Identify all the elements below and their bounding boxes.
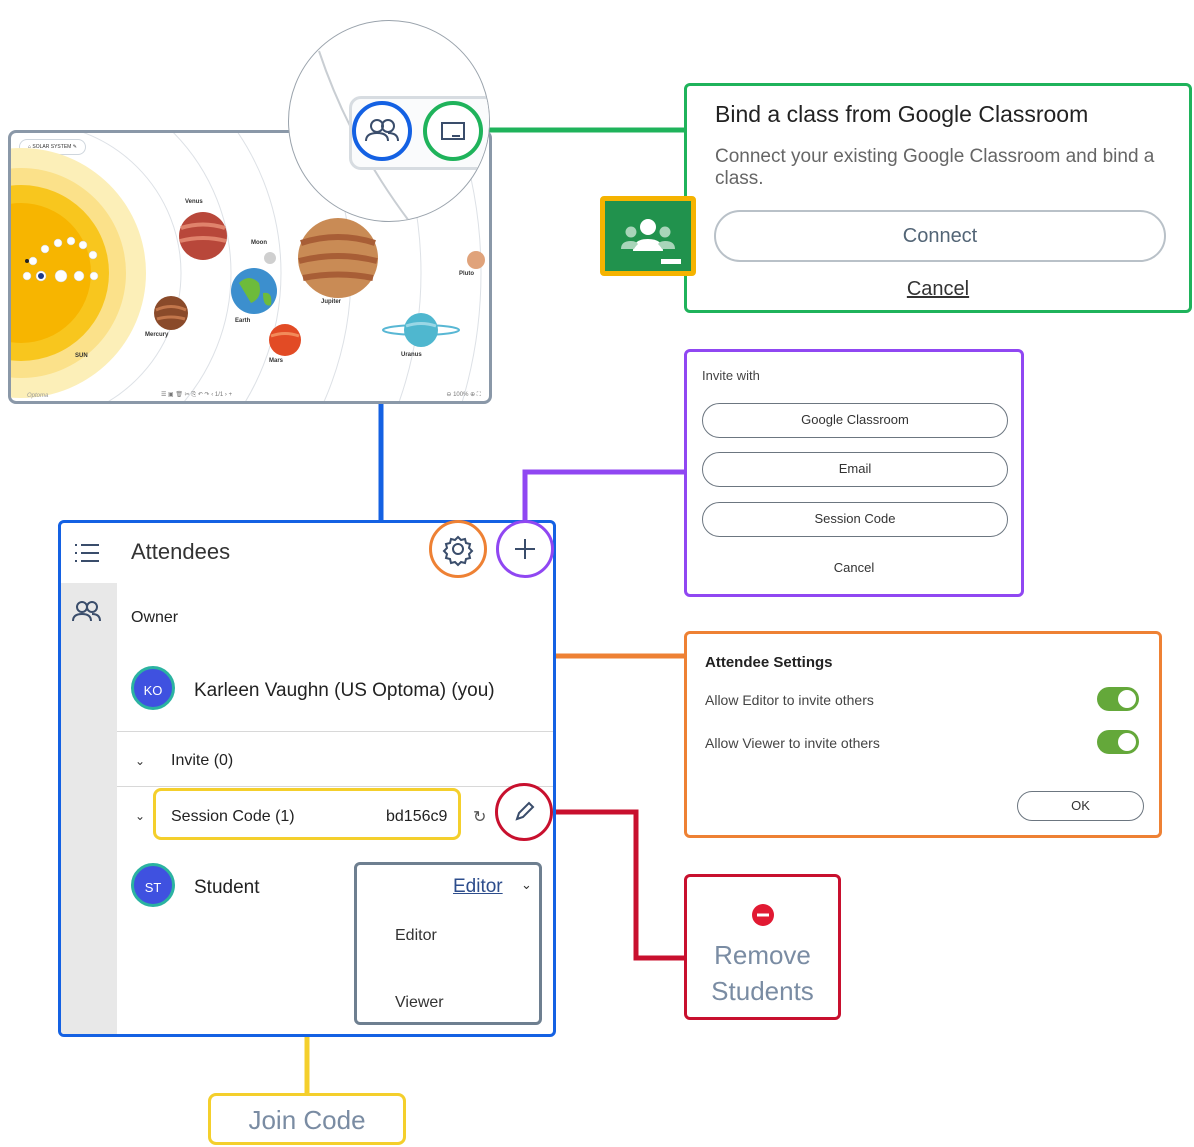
chevron-down-icon[interactable]: ⌄	[521, 877, 532, 893]
uranus-label: Uranus	[401, 352, 422, 358]
earth-label: Earth	[235, 318, 251, 324]
bind-class-dialog: Bind a class from Google Classroom Conne…	[684, 83, 1192, 313]
jupiter-label: Jupiter	[321, 299, 342, 305]
cancel-link[interactable]: Cancel	[687, 278, 1189, 301]
student-name: Student	[194, 877, 260, 898]
invite-dialog: Invite with Google Classroom Email Sessi…	[684, 349, 1024, 597]
session-code-highlight	[153, 788, 461, 840]
role-option-editor[interactable]: Editor	[395, 927, 437, 945]
moon-label: Moon	[251, 240, 267, 246]
invite-connector	[522, 469, 686, 522]
zoom-level: 100%	[453, 392, 469, 398]
invite-section-label[interactable]: Invite (0)	[171, 752, 233, 770]
pluto	[467, 251, 485, 269]
moon	[264, 252, 276, 264]
remove-icon	[752, 904, 774, 926]
invite-google-classroom-button[interactable]: Google Classroom	[702, 403, 1008, 438]
avatar: ST	[131, 863, 175, 907]
mercury-label: Mercury	[145, 332, 169, 338]
sun-label: SUN	[75, 353, 88, 359]
dialog-description: Connect your existing Google Classroom a…	[715, 146, 1155, 189]
viewer-invite-toggle[interactable]	[1097, 730, 1139, 754]
owner-label: Owner	[131, 609, 179, 626]
join-code-callout: Join Code	[208, 1093, 406, 1145]
viewer-invite-label: Allow Viewer to invite others	[705, 735, 880, 751]
role-selected-value[interactable]: Editor	[453, 876, 503, 898]
menu-icon[interactable]	[73, 541, 101, 565]
role-dropdown[interactable]: Editor ⌄ Editor Viewer	[354, 862, 542, 1025]
mercury	[154, 296, 188, 330]
google-classroom-logo	[600, 196, 696, 276]
mars-label: Mars	[269, 358, 284, 364]
remove-students-callout: Remove Students	[684, 874, 841, 1020]
editor-invite-toggle[interactable]	[1097, 687, 1139, 711]
edit-session-button[interactable]	[495, 783, 553, 841]
add-attendee-button[interactable]	[496, 520, 554, 578]
venus-label: Venus	[185, 199, 203, 205]
sidebar-people-icon[interactable]	[71, 599, 103, 625]
divider	[117, 786, 553, 787]
divider	[117, 731, 553, 732]
whiteboard-zoom[interactable]: ⊖ 100% ⊕ ⛶	[446, 391, 481, 399]
connect-button[interactable]: Connect	[714, 210, 1166, 262]
panel-sidebar	[61, 583, 117, 1034]
refresh-icon[interactable]: ↻	[473, 807, 486, 827]
editor-invite-label: Allow Editor to invite others	[705, 692, 874, 708]
classroom-icon	[441, 122, 465, 140]
pluto-label: Pluto	[459, 271, 474, 277]
panel-title: Attendees	[131, 539, 231, 564]
remove-students-text: Remove Students	[711, 940, 814, 1006]
remove-connector	[554, 809, 686, 961]
pencil-icon	[515, 801, 535, 821]
people-icon	[365, 119, 399, 142]
chevron-down-icon[interactable]: ⌄	[135, 754, 145, 768]
uranus	[404, 313, 438, 347]
invite-session-code-button[interactable]: Session Code	[702, 502, 1008, 537]
chevron-down-icon[interactable]: ⌄	[135, 809, 145, 823]
invite-title: Invite with	[702, 368, 760, 383]
whiteboard-brand: Optoma	[27, 393, 49, 399]
plus-icon	[515, 539, 535, 559]
whiteboard-toolbar[interactable]: ☰ ▣ 🗑 ✂ ⎘ ↶ ↷ ‹ 1/1 › +	[161, 391, 232, 399]
invite-email-button[interactable]: Email	[702, 452, 1008, 487]
classroom-logo-graphic	[621, 219, 681, 264]
attendee-settings-dialog: Attendee Settings Allow Editor to invite…	[684, 631, 1162, 838]
settings-button[interactable]	[429, 520, 487, 578]
invite-cancel-button[interactable]: Cancel	[687, 560, 1021, 575]
mars	[269, 324, 301, 356]
attendees-button[interactable]	[352, 101, 412, 161]
page-indicator: 1/1	[214, 392, 224, 398]
role-option-viewer[interactable]: Viewer	[395, 994, 444, 1012]
join-code-text: Join Code	[248, 1105, 366, 1135]
gear-icon	[442, 535, 474, 567]
owner-name: Karleen Vaughn (US Optoma) (you)	[194, 680, 495, 701]
ok-button[interactable]: OK	[1017, 791, 1144, 821]
dialog-title: Bind a class from Google Classroom	[715, 101, 1089, 127]
settings-title: Attendee Settings	[705, 654, 833, 671]
avatar: KO	[131, 666, 175, 710]
google-classroom-button[interactable]	[423, 101, 483, 161]
